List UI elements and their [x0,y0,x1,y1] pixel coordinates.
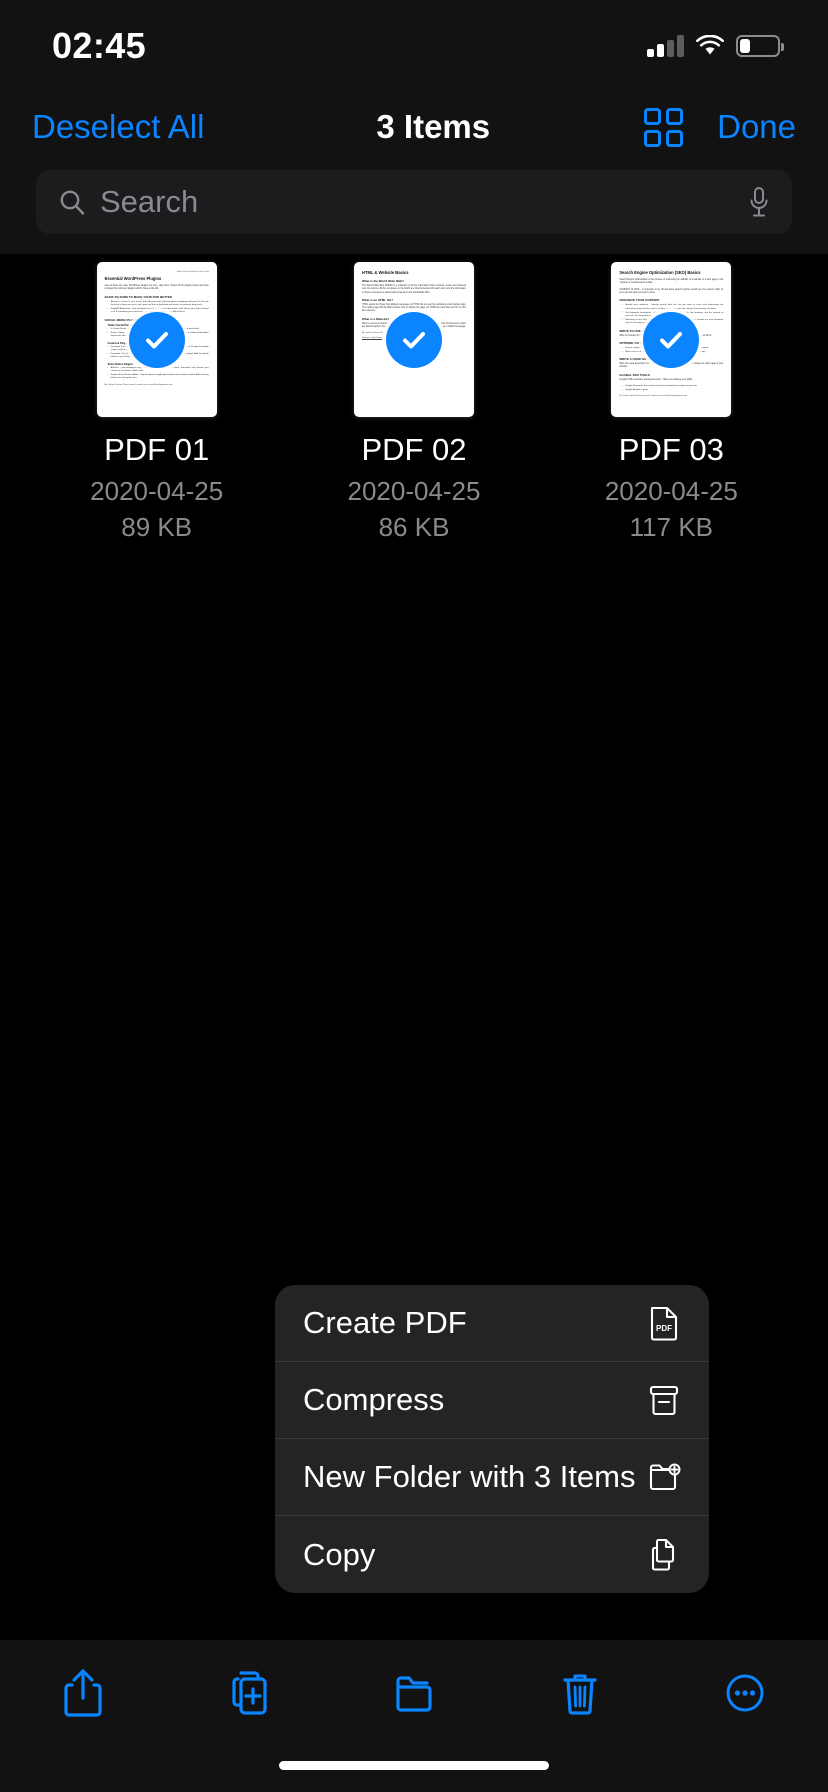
file-item[interactable]: HTML & Website Basics What is the World … [285,262,542,543]
file-size: 86 KB [378,512,450,542]
home-indicator [279,1761,549,1770]
menu-item-label: Copy [303,1536,376,1572]
deselect-all-button[interactable]: Deselect All [32,108,204,146]
doc-heading: What is the World Wide Web? [361,279,404,284]
cellular-signal-icon [647,35,684,57]
search-input[interactable]: Search [36,170,792,234]
ellipsis-circle-icon [726,1674,764,1712]
delete-button[interactable] [544,1662,616,1724]
nav-right-actions: Done [644,107,796,147]
selected-checkmark-icon [385,311,442,368]
share-button[interactable] [47,1662,119,1724]
file-item[interactable]: Search Engine Optimization (SEO) Basics … [543,262,800,543]
doc-bullet-list: Google Keywords: See search for the best… [622,385,723,392]
folder-icon [396,1676,432,1712]
file-date: 2020-04-25 [90,476,224,506]
battery-icon [736,35,784,57]
doc-bullet: Simple Share Buttons Adder - http://word… [107,374,208,381]
file-thumbnail[interactable]: Search Engine Optimization (SEO) Basics … [611,262,732,417]
copy-documents-icon [651,1538,675,1571]
grid-view-icon[interactable] [644,107,684,147]
doc-footer: By: Jackie Jackson Please email / contac… [104,383,173,386]
menu-item-label: Create PDF [303,1305,467,1340]
archive-box-icon [649,1385,679,1416]
doc-paragraph: The World Wide Web (WWW) is a collection… [361,285,466,294]
doc-corner-text: Jackie Jackson Websites User Guide [176,271,209,273]
doc-heading: GLOBAL SEO TOOLS [619,372,650,377]
wifi-icon [696,35,724,55]
file-name: PDF 01 [104,432,210,467]
pdf-document-icon: PDF [650,1306,678,1341]
move-to-folder-button[interactable] [378,1662,450,1724]
doc-title: Essential WordPress Plugins [104,275,162,281]
doc-heading: CONTENT IS KING - is important to be, fi… [619,288,724,294]
doc-intro: Search Engine Optimization is the proces… [619,279,724,285]
doc-paragraph: Google Traffic estimator and keyword too… [619,378,693,381]
file-thumbnail[interactable]: Jackie Jackson Websites User Guide Essen… [96,262,217,417]
status-time: 02:45 [52,25,147,66]
file-size: 117 KB [629,512,713,542]
file-date: 2020-04-25 [347,476,481,506]
doc-bullet: AddThis - http://wordpress.org/plugins/a… [107,367,208,374]
doc-bullet: Identify your audience - Identify exactl… [622,304,723,311]
more-actions-button[interactable] [709,1662,781,1724]
doc-bullet: Google Keywords: See search for the best… [622,385,723,388]
microphone-icon[interactable] [748,186,770,218]
menu-item-create-pdf[interactable]: Create PDF PDF [275,1285,709,1362]
duplicate-icon [232,1671,267,1715]
doc-heading: ORGANIZE YOUR CONTENT [619,298,660,303]
navigation-bar: Deselect All 3 Items Done [0,92,828,162]
duplicate-button[interactable] [212,1662,284,1724]
file-item[interactable]: Jackie Jackson Websites User Guide Essen… [28,262,285,543]
file-thumbnail[interactable]: HTML & Website Basics What is the World … [353,262,474,417]
doc-bullet-list: AddThis - http://wordpress.org/plugins/a… [107,367,208,381]
status-bar: 02:45 [0,0,828,92]
menu-item-compress[interactable]: Compress [275,1362,709,1439]
files-app-screen: 02:45 Deselect All 3 Items Done Search J… [0,0,828,1792]
menu-item-label: New Folder with 3 Items [303,1459,636,1494]
doc-title: HTML & Website Basics [361,270,409,275]
status-indicators [647,35,784,57]
doc-footer: By: Jackie Jackson Please email / contac… [619,395,688,398]
menu-item-new-folder[interactable]: New Folder with 3 Items [275,1439,709,1516]
file-date: 2020-04-25 [604,476,738,506]
doc-heading: BASIC PLUGINS TO MAKE YOUR SITE BETTER [104,294,172,299]
file-size: 89 KB [121,512,193,542]
selected-checkmark-icon [643,311,700,368]
search-bar-container: Search [0,162,828,254]
doc-intro: Just as there are many WordPress plugins… [104,285,209,291]
share-icon [64,1669,102,1717]
file-grid: Jackie Jackson Websites User Guide Essen… [0,262,828,543]
file-name: PDF 03 [618,432,724,467]
menu-item-label: Compress [303,1382,445,1417]
file-name: PDF 02 [361,432,467,467]
context-menu: Create PDF PDF Compress New Folder with … [275,1285,709,1593]
svg-text:PDF: PDF [656,1324,672,1333]
doc-bullet: Akismet - Comes in your install. http://… [107,300,208,308]
folder-plus-icon [649,1463,681,1491]
search-placeholder: Search [100,184,199,219]
selected-checkmark-icon [128,311,185,368]
doc-heading: What is an HTML file? [361,297,394,302]
done-button[interactable]: Done [717,108,796,146]
menu-item-copy[interactable]: Copy [275,1516,709,1593]
page-title: 3 Items [376,108,491,145]
trash-icon [562,1674,597,1715]
search-icon [60,190,85,215]
doc-title: Search Engine Optimization (SEO) Basics [619,270,701,275]
doc-bullet: Google Analytics: great [622,389,723,392]
